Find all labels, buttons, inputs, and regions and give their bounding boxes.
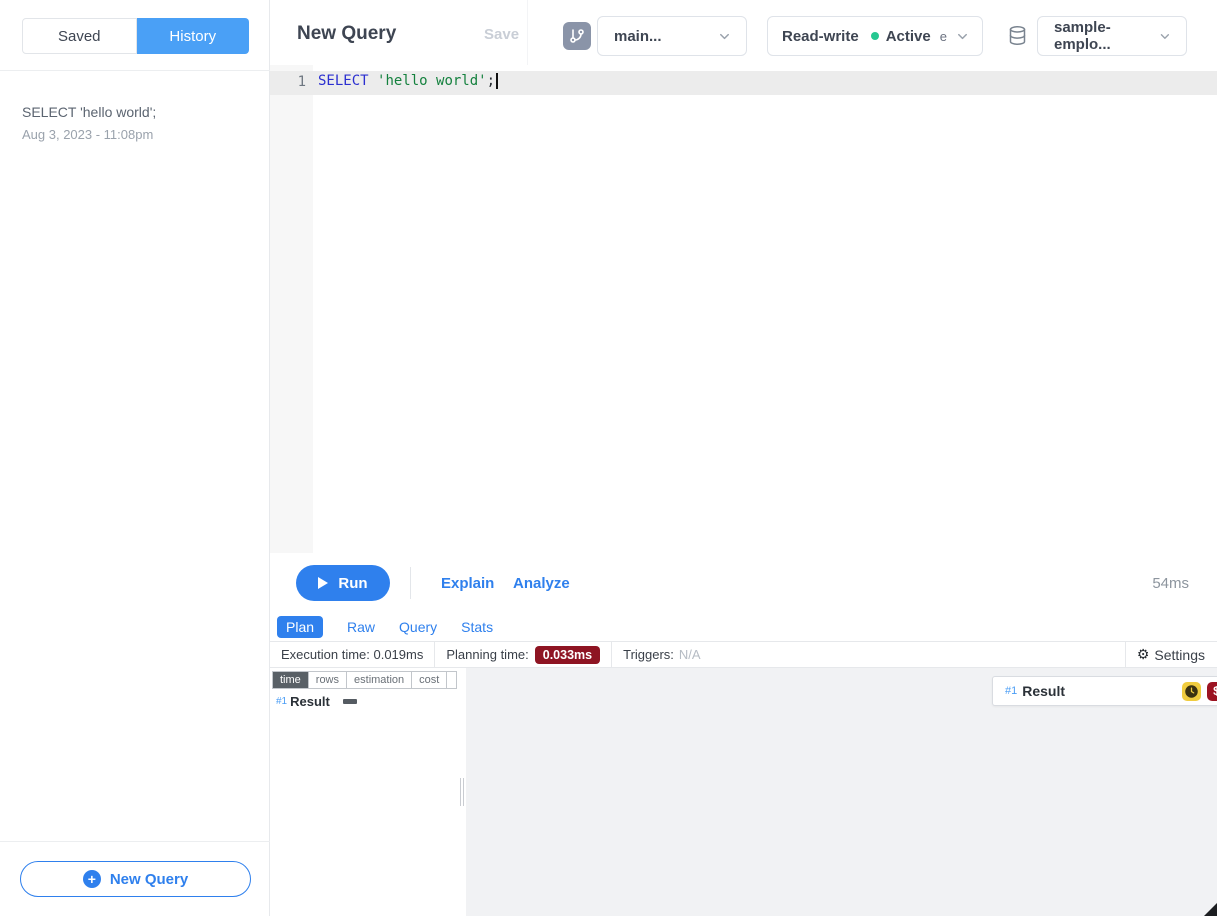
history-sidebar: Saved History SELECT 'hello world'; Aug … bbox=[0, 0, 270, 916]
history-list-item[interactable]: SELECT 'hello world'; Aug 3, 2023 - 11:0… bbox=[22, 102, 252, 142]
query-duration: 54ms bbox=[1152, 575, 1189, 592]
new-query-button[interactable]: + New Query bbox=[20, 861, 251, 897]
new-query-label: New Query bbox=[110, 871, 188, 888]
branch-select-value: main... bbox=[614, 28, 662, 45]
chevron-down-icon bbox=[717, 29, 732, 44]
toolbar-divider bbox=[410, 567, 411, 599]
plan-stats-bar: Execution time: 0.019ms Planning time: 0… bbox=[270, 641, 1217, 668]
sql-editor[interactable]: 1 SELECT 'hello world'; bbox=[270, 65, 1217, 553]
endpoint-suffix: e bbox=[940, 29, 947, 44]
tab-plan[interactable]: Plan bbox=[277, 616, 323, 638]
tab-history[interactable]: History bbox=[137, 18, 250, 54]
endpoint-mode: Read-write bbox=[782, 28, 859, 45]
settings-label: Settings bbox=[1154, 647, 1205, 663]
status-dot-icon bbox=[871, 32, 879, 40]
splitter-grip bbox=[460, 778, 461, 806]
result-tabs: Plan Raw Query Stats bbox=[270, 613, 1217, 641]
database-select-value: sample-emplo... bbox=[1054, 19, 1158, 53]
history-query-text: SELECT 'hello world'; bbox=[22, 102, 252, 122]
triggers-value: N/A bbox=[679, 647, 701, 662]
clock-icon bbox=[1184, 684, 1199, 699]
branch-icon-button[interactable] bbox=[563, 22, 591, 50]
stats-divider bbox=[434, 642, 435, 667]
node-index: #1 bbox=[1005, 685, 1017, 697]
gear-icon: ⚙ bbox=[1137, 646, 1150, 663]
header-divider bbox=[527, 0, 528, 65]
git-branch-icon bbox=[569, 28, 585, 44]
costly-node-badge: $ bbox=[1207, 682, 1217, 701]
execution-time: Execution time: 0.019ms bbox=[281, 647, 423, 662]
sql-keyword: SELECT bbox=[318, 73, 369, 89]
history-timestamp: Aug 3, 2023 - 11:08pm bbox=[22, 127, 252, 142]
pane-splitter[interactable] bbox=[458, 668, 466, 916]
plan-metric-columns: time rows estimation cost bbox=[272, 671, 457, 689]
node-duration-bar bbox=[343, 699, 357, 704]
endpoint-select[interactable]: Read-write Active e bbox=[767, 16, 983, 56]
sql-punct: ; bbox=[487, 73, 495, 89]
analyze-button[interactable]: Analyze bbox=[513, 575, 570, 592]
chevron-down-icon bbox=[955, 29, 970, 44]
metric-column-estimation[interactable]: estimation bbox=[347, 671, 412, 689]
play-icon bbox=[318, 577, 328, 589]
tab-saved[interactable]: Saved bbox=[22, 18, 137, 54]
database-select[interactable]: sample-emplo... bbox=[1037, 16, 1187, 56]
explain-button[interactable]: Explain bbox=[441, 575, 494, 592]
slow-node-badge bbox=[1182, 682, 1201, 701]
run-toolbar: Run Explain Analyze 54ms bbox=[270, 553, 1217, 613]
node-name: Result bbox=[1022, 683, 1065, 699]
tab-query[interactable]: Query bbox=[399, 619, 437, 635]
plus-icon: + bbox=[83, 870, 101, 888]
plan-canvas[interactable]: #1 Result $ bbox=[466, 668, 1217, 916]
resize-handle-icon[interactable] bbox=[1204, 903, 1217, 916]
save-button[interactable]: Save bbox=[484, 26, 519, 43]
branch-select[interactable]: main... bbox=[597, 16, 747, 56]
stats-divider bbox=[1125, 642, 1126, 667]
run-button[interactable]: Run bbox=[296, 565, 390, 601]
editor-gutter bbox=[270, 65, 313, 553]
metric-column-stub bbox=[447, 671, 457, 689]
planning-time-badge: 0.033ms bbox=[535, 646, 600, 664]
plan-panel: time rows estimation cost #1 Result #1 R… bbox=[270, 668, 1217, 916]
text-cursor bbox=[496, 73, 498, 89]
sidebar-divider bbox=[0, 841, 270, 842]
metric-column-time[interactable]: time bbox=[272, 671, 309, 689]
run-label: Run bbox=[338, 575, 367, 592]
plan-node-card[interactable]: #1 Result $ bbox=[992, 676, 1217, 706]
plan-tree-pane: time rows estimation cost #1 Result bbox=[270, 668, 458, 916]
line-number: 1 bbox=[270, 74, 306, 90]
sql-string: 'hello world' bbox=[377, 73, 487, 89]
settings-button[interactable]: ⚙ Settings bbox=[1114, 642, 1217, 667]
triggers-label: Triggers: bbox=[623, 647, 674, 662]
metric-column-rows[interactable]: rows bbox=[309, 671, 347, 689]
endpoint-status: Active bbox=[886, 28, 931, 45]
node-name: Result bbox=[290, 694, 330, 709]
tab-stats[interactable]: Stats bbox=[461, 619, 493, 635]
splitter-grip bbox=[463, 778, 464, 806]
plan-tree-node[interactable]: #1 Result bbox=[276, 694, 357, 709]
saved-history-toggle: Saved History bbox=[22, 18, 249, 54]
stats-divider bbox=[611, 642, 612, 667]
node-index: #1 bbox=[276, 696, 287, 707]
tab-raw[interactable]: Raw bbox=[347, 619, 375, 635]
database-icon bbox=[1007, 25, 1028, 46]
chevron-down-icon bbox=[1158, 29, 1172, 44]
page-title: New Query bbox=[297, 23, 396, 45]
code-space bbox=[369, 73, 377, 89]
query-header: New Query Save main... Read-write Active… bbox=[270, 0, 1217, 65]
planning-time-label: Planning time: bbox=[446, 647, 528, 662]
sidebar-divider bbox=[0, 70, 270, 71]
metric-column-cost[interactable]: cost bbox=[412, 671, 447, 689]
code-line[interactable]: SELECT 'hello world'; bbox=[318, 73, 498, 89]
